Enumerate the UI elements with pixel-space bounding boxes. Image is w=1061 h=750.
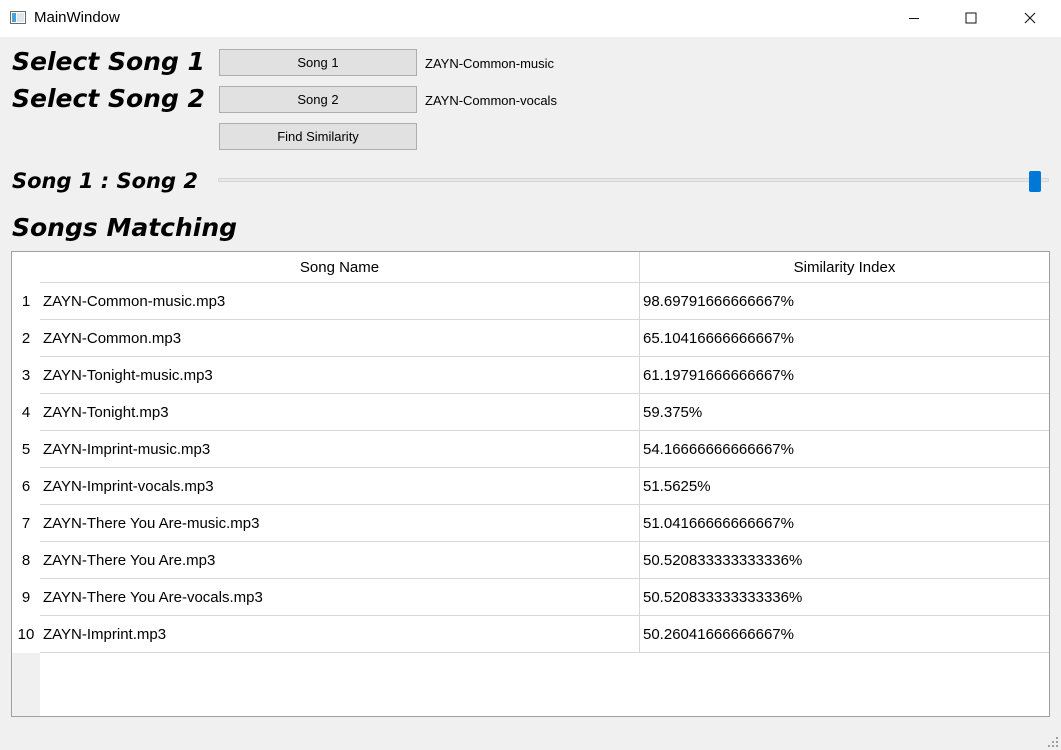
find-similarity-button[interactable]: Find Similarity [219, 123, 417, 150]
song-ratio-label: Song 1 : Song 2 [12, 169, 198, 193]
similarity-cell[interactable]: 65.10416666666667% [640, 320, 1049, 357]
song-2-button[interactable]: Song 2 [219, 86, 417, 113]
resize-grip-icon[interactable] [1048, 737, 1058, 747]
similarity-cell[interactable]: 98.69791666666667% [640, 283, 1049, 320]
song-name-cell[interactable]: ZAYN-Common.mp3 [40, 320, 640, 357]
song-name-cell[interactable]: ZAYN-There You Are-music.mp3 [40, 505, 640, 542]
table-row[interactable]: 7 ZAYN-There You Are-music.mp3 51.041666… [12, 505, 1049, 542]
column-header-song-name[interactable]: Song Name [40, 252, 640, 283]
song-name-cell[interactable]: ZAYN-Imprint-music.mp3 [40, 431, 640, 468]
row-number: 9 [12, 579, 40, 616]
row-number: 4 [12, 394, 40, 431]
close-button[interactable] [1007, 0, 1053, 36]
select-song-2-label: Select Song 2 [12, 84, 205, 113]
similarity-cell[interactable]: 54.16666666666667% [640, 431, 1049, 468]
similarity-cell[interactable]: 50.520833333333336% [640, 542, 1049, 579]
song-2-filename: ZAYN-Common-vocals [425, 93, 557, 108]
similarity-cell[interactable]: 51.5625% [640, 468, 1049, 505]
similarity-cell[interactable]: 61.19791666666667% [640, 357, 1049, 394]
song-name-cell[interactable]: ZAYN-Imprint.mp3 [40, 616, 640, 653]
row-number: 6 [12, 468, 40, 505]
table-row[interactable]: 3 ZAYN-Tonight-music.mp3 61.197916666666… [12, 357, 1049, 394]
songs-matching-table[interactable]: Song Name Similarity Index 1 ZAYN-Common… [11, 251, 1050, 717]
song-name-cell[interactable]: ZAYN-Tonight-music.mp3 [40, 357, 640, 394]
row-number: 8 [12, 542, 40, 579]
app-window-icon [10, 11, 26, 24]
row-number: 5 [12, 431, 40, 468]
title-bar[interactable]: MainWindow [0, 0, 1061, 37]
songs-matching-heading: Songs Matching [12, 213, 238, 242]
row-number: 7 [12, 505, 40, 542]
similarity-cell[interactable]: 59.375% [640, 394, 1049, 431]
column-header-similarity-index[interactable]: Similarity Index [640, 252, 1049, 283]
row-number: 3 [12, 357, 40, 394]
ratio-slider-track[interactable] [218, 178, 1049, 182]
table-row[interactable]: 6 ZAYN-Imprint-vocals.mp3 51.5625% [12, 468, 1049, 505]
table-row[interactable]: 5 ZAYN-Imprint-music.mp3 54.166666666666… [12, 431, 1049, 468]
close-icon [1024, 12, 1036, 24]
select-song-1-label: Select Song 1 [12, 47, 205, 76]
maximize-icon [965, 12, 977, 24]
similarity-cell[interactable]: 50.520833333333336% [640, 579, 1049, 616]
song-name-cell[interactable]: ZAYN-Imprint-vocals.mp3 [40, 468, 640, 505]
table-corner-button[interactable] [12, 252, 40, 283]
row-number: 2 [12, 320, 40, 357]
song-name-cell[interactable]: ZAYN-Tonight.mp3 [40, 394, 640, 431]
table-row[interactable]: 9 ZAYN-There You Are-vocals.mp3 50.52083… [12, 579, 1049, 616]
window-title: MainWindow [34, 9, 120, 26]
table-row[interactable]: 8 ZAYN-There You Are.mp3 50.520833333333… [12, 542, 1049, 579]
minimize-icon [909, 18, 919, 19]
ratio-slider-handle[interactable] [1029, 171, 1041, 192]
song-name-cell[interactable]: ZAYN-Common-music.mp3 [40, 283, 640, 320]
table-row[interactable]: 2 ZAYN-Common.mp3 65.10416666666667% [12, 320, 1049, 357]
maximize-button[interactable] [948, 0, 994, 36]
table-row[interactable]: 4 ZAYN-Tonight.mp3 59.375% [12, 394, 1049, 431]
table-row[interactable]: 10 ZAYN-Imprint.mp3 50.26041666666667% [12, 616, 1049, 653]
table-row[interactable]: 1 ZAYN-Common-music.mp3 98.6979166666666… [12, 283, 1049, 320]
song-name-cell[interactable]: ZAYN-There You Are-vocals.mp3 [40, 579, 640, 616]
row-number: 10 [12, 616, 40, 653]
minimize-button[interactable] [891, 0, 937, 36]
similarity-cell[interactable]: 50.26041666666667% [640, 616, 1049, 653]
row-number: 1 [12, 283, 40, 320]
song-1-filename: ZAYN-Common-music [425, 56, 555, 71]
song-1-button[interactable]: Song 1 [219, 49, 417, 76]
song-name-cell[interactable]: ZAYN-There You Are.mp3 [40, 542, 640, 579]
similarity-cell[interactable]: 51.04166666666667% [640, 505, 1049, 542]
